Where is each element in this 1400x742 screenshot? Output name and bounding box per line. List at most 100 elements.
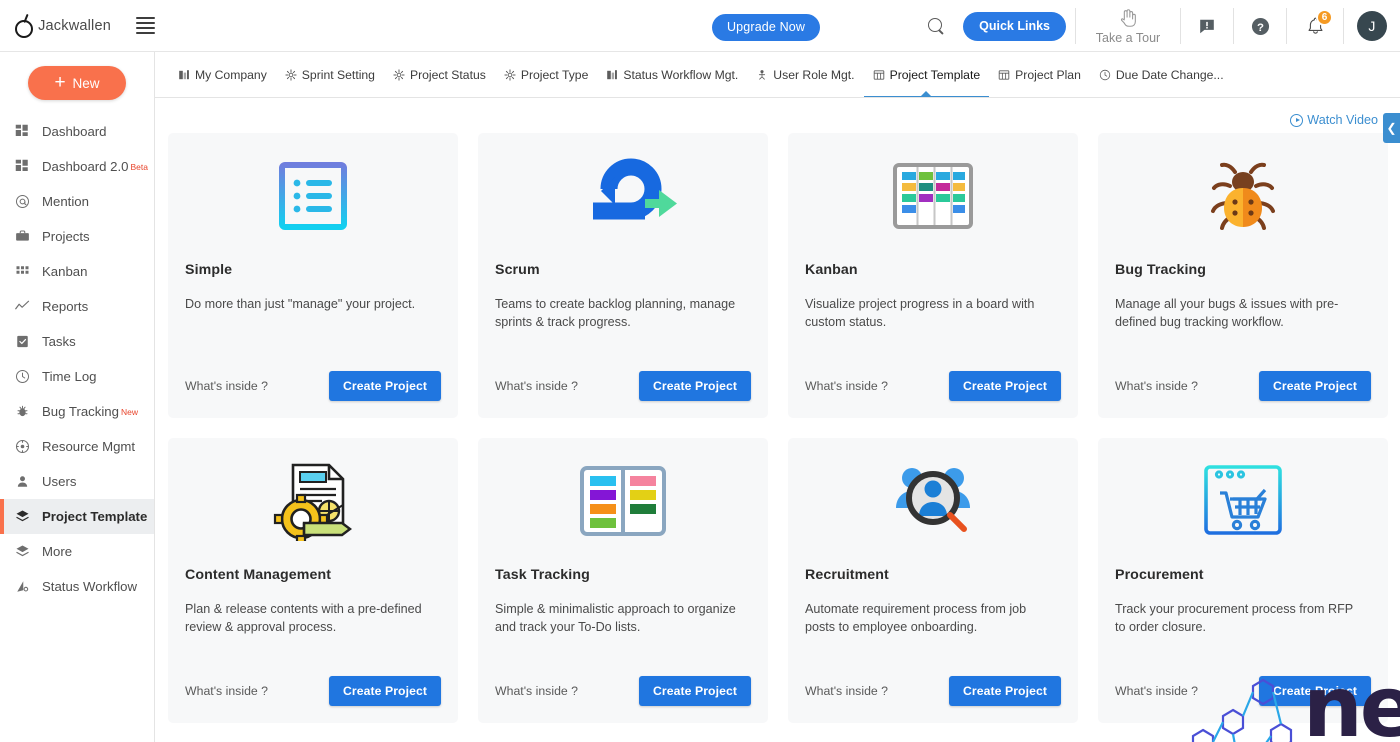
svg-text:?: ?: [1257, 21, 1264, 33]
tab-project-type[interactable]: Project Type: [495, 52, 598, 97]
tab-user-role-mgt[interactable]: User Role Mgt.: [747, 52, 863, 97]
tab-label: Project Type: [520, 67, 589, 82]
whats-inside-link[interactable]: What's inside ?: [1115, 379, 1198, 393]
header-actions: Quick Links Take a Tour ? 6 J: [909, 0, 1400, 52]
create-project-button[interactable]: Create Project: [328, 676, 441, 706]
whats-inside-link[interactable]: What's inside ?: [1115, 684, 1198, 698]
tab-label: Sprint Setting: [301, 67, 375, 82]
sidebar-item-label: Dashboard 2.0: [42, 159, 129, 174]
main-content: Watch Video ❮ Simple Do more than just "m…: [155, 98, 1400, 742]
whats-inside-link[interactable]: What's inside ?: [185, 379, 268, 393]
sidebar-item-label: Users: [42, 474, 77, 489]
sidebar-item-mention[interactable]: Mention: [0, 184, 154, 219]
tab-project-template[interactable]: Project Template: [863, 52, 990, 97]
tab-project-status[interactable]: Project Status: [384, 52, 495, 97]
gear-icon: [504, 68, 516, 81]
brand-area[interactable]: Jackwallen: [0, 13, 155, 39]
whats-inside-link[interactable]: What's inside ?: [805, 379, 888, 393]
sidebar-item-projects[interactable]: Projects: [0, 219, 154, 254]
watch-video-link[interactable]: Watch Video: [1290, 113, 1378, 127]
template-card[interactable]: Simple Do more than just "manage" your pr…: [168, 133, 458, 418]
template-card[interactable]: Kanban Visualize project progress in a bo…: [788, 133, 1078, 418]
tab-my-company[interactable]: My Company: [169, 52, 276, 97]
create-project-button[interactable]: Create Project: [328, 371, 441, 401]
card-title: Scrum: [495, 262, 540, 278]
sidebar-item-dashboard-2-0[interactable]: Dashboard 2.0 Beta: [0, 149, 154, 184]
sidebar-item-bug-tracking[interactable]: Bug Tracking New: [0, 394, 154, 429]
whats-inside-link[interactable]: What's inside ?: [805, 684, 888, 698]
sidebar-item-reports[interactable]: Reports: [0, 289, 154, 324]
card-description: Do more than just "manage" your project.: [185, 297, 416, 311]
card-footer: What's inside ? Create Project: [495, 371, 751, 401]
card-footer: What's inside ? Create Project: [185, 371, 441, 401]
question-mark-help-icon: ?: [1251, 17, 1269, 35]
dashboard-grid-icon: [12, 159, 32, 174]
sidebar-item-label: Mention: [42, 194, 89, 209]
create-project-button[interactable]: Create Project: [948, 371, 1061, 401]
card-footer: What's inside ? Create Project: [805, 371, 1061, 401]
sidebar-item-kanban[interactable]: Kanban: [0, 254, 154, 289]
card-footer: What's inside ? Create Project: [1115, 371, 1371, 401]
sidebar-item-time-log[interactable]: Time Log: [0, 359, 154, 394]
hand-pointer-icon: [1120, 9, 1136, 27]
resource-gear-icon: [12, 439, 32, 454]
chevron-left-icon[interactable]: ❮: [1383, 113, 1400, 143]
gear-icon: [393, 68, 405, 81]
sidebar-item-more[interactable]: More: [0, 534, 154, 569]
user-avatar-button[interactable]: J: [1344, 0, 1400, 52]
card-description: Manage all your bugs & issues with pre-d…: [1115, 297, 1339, 329]
sidebar-item-resource-mgmt[interactable]: Resource Mgmt: [0, 429, 154, 464]
avatar: J: [1357, 11, 1387, 41]
upgrade-now-button[interactable]: Upgrade Now: [712, 14, 821, 41]
card-footer: What's inside ? Create Project: [805, 676, 1061, 706]
feedback-button[interactable]: [1181, 0, 1233, 52]
whats-inside-link[interactable]: What's inside ?: [495, 684, 578, 698]
card-title: Procurement: [1115, 567, 1204, 583]
template-card[interactable]: Scrum Teams to create backlog planning, m…: [478, 133, 768, 418]
card-description: Automate requirement process from job po…: [805, 602, 1027, 634]
card-footer: What's inside ? Create Project: [185, 676, 441, 706]
create-project-button[interactable]: Create Project: [638, 371, 751, 401]
new-button[interactable]: + New: [28, 66, 126, 100]
tab-label: Project Plan: [1015, 67, 1081, 82]
tab-due-date-change[interactable]: Due Date Change...: [1090, 52, 1233, 97]
template-card[interactable]: Procurement Track your procurement proces…: [1098, 438, 1388, 723]
tab-project-plan[interactable]: Project Plan: [989, 52, 1090, 97]
sidebar-item-project-template[interactable]: Project Template: [0, 499, 154, 534]
card-title: Bug Tracking: [1115, 262, 1207, 278]
sidebar-item-dashboard[interactable]: Dashboard: [0, 114, 154, 149]
take-a-tour-button[interactable]: Take a Tour: [1076, 0, 1180, 52]
template-card[interactable]: Task Tracking Simple & minimalistic appro…: [478, 438, 768, 723]
notifications-button[interactable]: 6: [1287, 0, 1343, 52]
kanban-board-icon: [805, 133, 1061, 259]
quick-links-button[interactable]: Quick Links: [963, 11, 1066, 41]
at-mention-icon: [12, 194, 32, 209]
hamburger-menu-icon[interactable]: [136, 17, 155, 34]
sidebar-item-tasks[interactable]: Tasks: [0, 324, 154, 359]
create-project-button[interactable]: Create Project: [1258, 371, 1371, 401]
card-description: Teams to create backlog planning, manage…: [495, 297, 736, 329]
create-project-button[interactable]: Create Project: [638, 676, 751, 706]
circle-tick-logo-icon: [12, 13, 33, 39]
sidebar-item-status-workflow[interactable]: Status Workflow: [0, 569, 154, 604]
whats-inside-link[interactable]: What's inside ?: [185, 684, 268, 698]
template-card[interactable]: Recruitment Automate requirement process …: [788, 438, 1078, 723]
whats-inside-link[interactable]: What's inside ?: [495, 379, 578, 393]
card-title: Kanban: [805, 262, 858, 278]
template-card[interactable]: Bug Tracking Manage all your bugs & issue…: [1098, 133, 1388, 418]
tab-sprint-setting[interactable]: Sprint Setting: [276, 52, 384, 97]
clock-icon: [1099, 69, 1111, 81]
sidebar-item-label: Resource Mgmt: [42, 439, 136, 454]
user-person-icon: [12, 474, 32, 489]
create-project-button[interactable]: Create Project: [1258, 676, 1371, 706]
template-card[interactable]: Content Management Plan & release content…: [168, 438, 458, 723]
tab-status-workflow-mgt[interactable]: Status Workflow Mgt.: [597, 52, 747, 97]
search-button[interactable]: [909, 0, 963, 52]
sidebar-item-label: Tasks: [42, 334, 76, 349]
card-description: Simple & minimalistic approach to organi…: [495, 602, 736, 634]
take-a-tour-label: Take a Tour: [1095, 31, 1161, 45]
help-button[interactable]: ?: [1234, 0, 1286, 52]
create-project-button[interactable]: Create Project: [948, 676, 1061, 706]
sidebar-item-label: Dashboard: [42, 124, 107, 139]
sidebar-item-users[interactable]: Users: [0, 464, 154, 499]
